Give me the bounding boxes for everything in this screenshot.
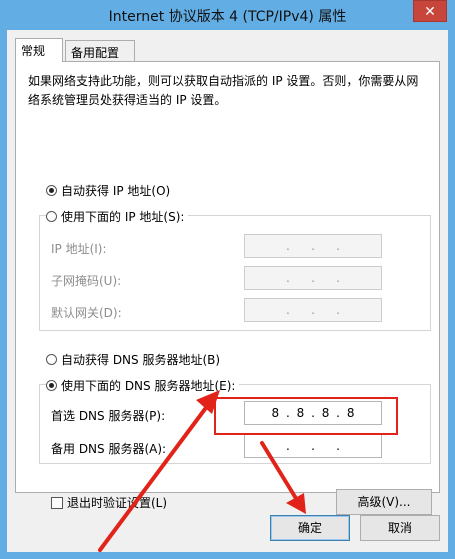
dns-auto-option[interactable]: 自动获得 DNS 服务器地址(B) — [46, 351, 220, 368]
validate-on-exit-option[interactable]: 退出时验证设置(L) — [51, 494, 167, 511]
window-title: Internet 协议版本 4 (TCP/IPv4) 属性 — [108, 9, 347, 25]
dialog-client-area: 常规 备用配置 如果网络支持此功能，则可以获取自动指派的 IP 设置。否则，你需… — [7, 30, 448, 552]
close-button[interactable]: ✕ — [413, 0, 447, 22]
ip-manual-radio[interactable] — [46, 211, 57, 222]
ip-manual-label: 使用下面的 IP 地址(S): — [61, 210, 185, 224]
ip-auto-option[interactable]: 自动获得 IP 地址(O) — [46, 182, 170, 199]
alternate-dns-input[interactable]: ... — [244, 434, 382, 458]
tab-panel-general: 如果网络支持此功能，则可以获取自动指派的 IP 设置。否则，你需要从网络系统管理… — [15, 61, 440, 515]
ip-manual-option[interactable]: 使用下面的 IP 地址(S): — [46, 208, 189, 225]
ip-auto-radio[interactable] — [46, 185, 57, 196]
dns-auto-radio[interactable] — [46, 354, 57, 365]
dialog-window: Internet 协议版本 4 (TCP/IPv4) 属性 ✕ 常规 备用配置 … — [0, 0, 455, 559]
ip-auto-label: 自动获得 IP 地址(O) — [61, 184, 171, 198]
dns-manual-radio[interactable] — [46, 380, 57, 391]
default-gateway-input[interactable]: ... — [244, 298, 382, 322]
preferred-dns-label: 首选 DNS 服务器(P): — [51, 409, 166, 423]
dns-manual-option[interactable]: 使用下面的 DNS 服务器地址(E): — [46, 377, 240, 394]
ip-address-label: IP 地址(I): — [51, 242, 107, 256]
title-bar[interactable]: Internet 协议版本 4 (TCP/IPv4) 属性 ✕ — [0, 0, 455, 30]
dns-manual-label: 使用下面的 DNS 服务器地址(E): — [61, 379, 236, 393]
ip-address-input[interactable]: ... — [244, 234, 382, 258]
subnet-mask-input[interactable]: ... — [244, 266, 382, 290]
validate-on-exit-label: 退出时验证设置(L) — [67, 496, 168, 510]
alternate-dns-label: 备用 DNS 服务器(A): — [51, 442, 167, 456]
subnet-mask-label: 子网掩码(U): — [51, 274, 122, 288]
tab-general[interactable]: 常规 — [15, 38, 63, 62]
cancel-button[interactable]: 取消 — [360, 515, 440, 541]
tab-alternate-config[interactable]: 备用配置 — [65, 40, 135, 62]
validate-on-exit-checkbox[interactable] — [51, 496, 63, 509]
advanced-button[interactable]: 高级(V)... — [336, 489, 432, 515]
dns-highlight-box — [214, 397, 398, 435]
ok-button[interactable]: 确定 — [270, 515, 350, 541]
default-gateway-label: 默认网关(D): — [51, 306, 122, 320]
dns-auto-label: 自动获得 DNS 服务器地址(B) — [61, 353, 221, 367]
description-text: 如果网络支持此功能，则可以获取自动指派的 IP 设置。否则，你需要从网络系统管理… — [28, 74, 419, 107]
